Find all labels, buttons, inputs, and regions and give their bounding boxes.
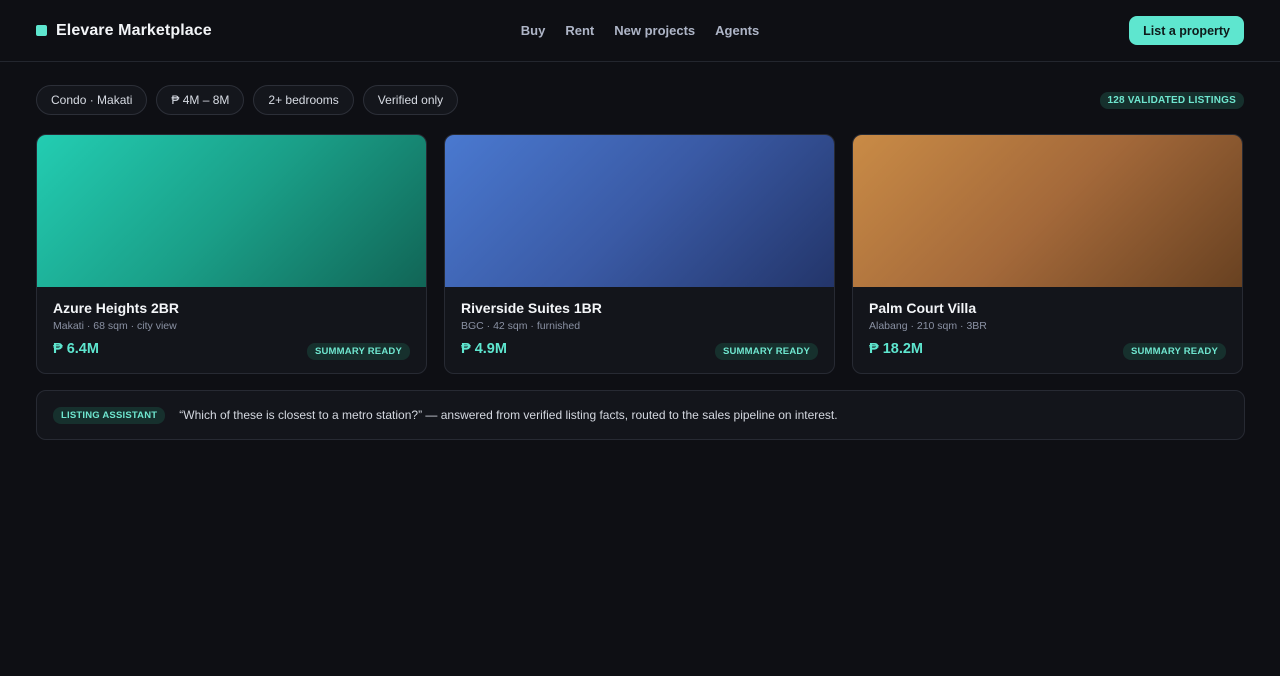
nav-agents-link[interactable]: Agents	[715, 23, 759, 38]
nav-rent-link[interactable]: Rent	[565, 23, 594, 38]
listing-title: Palm Court Villa	[869, 300, 977, 316]
listing-price: ₱ 6.4M	[53, 341, 99, 357]
top-bar: Elevare Marketplace Buy Rent New project…	[0, 0, 1280, 62]
listing-price: ₱ 4.9M	[461, 341, 507, 357]
listing-meta: BGC · 42 sqm · furnished	[461, 320, 581, 332]
filter-bar: Condo · Makati ₱ 4M – 8M 2+ bedrooms Ver…	[36, 85, 1244, 115]
filter-chips: Condo · Makati ₱ 4M – 8M 2+ bedrooms Ver…	[36, 85, 459, 115]
listing-meta: Alabang · 210 sqm · 3BR	[869, 320, 987, 332]
filter-chip-price[interactable]: ₱ 4M – 8M	[156, 85, 245, 115]
assistant-message: “Which of these is closest to a metro st…	[179, 408, 838, 422]
assistant-tag: LISTING ASSISTANT	[53, 406, 166, 424]
brand[interactable]: Elevare Marketplace	[36, 22, 212, 40]
brand-name: Elevare Marketplace	[56, 21, 212, 39]
listing-count-badge: 128 VALIDATED LISTINGS	[1099, 91, 1244, 109]
listing-title: Azure Heights 2BR	[53, 300, 180, 316]
listing-body: Palm Court Villa Alabang · 210 sqm · 3BR…	[853, 287, 1242, 373]
listing-card[interactable]: Azure Heights 2BR Makati · 68 sqm · city…	[36, 134, 427, 374]
nav-buy-link[interactable]: Buy	[521, 23, 546, 38]
summary-badge: SUMMARY READY	[306, 343, 410, 360]
listing-image	[853, 135, 1242, 287]
listing-image	[445, 135, 834, 287]
listing-body: Riverside Suites 1BR BGC · 42 sqm · furn…	[445, 287, 834, 373]
nav-new-projects-link[interactable]: New projects	[614, 23, 695, 38]
listing-meta: Makati · 68 sqm · city view	[53, 320, 177, 332]
listing-image	[37, 135, 426, 287]
listing-grid: Azure Heights 2BR Makati · 68 sqm · city…	[36, 134, 1243, 374]
listing-title: Riverside Suites 1BR	[461, 300, 602, 316]
list-property-button[interactable]: List a property	[1129, 16, 1244, 45]
summary-badge: SUMMARY READY	[714, 343, 818, 360]
summary-badge: SUMMARY READY	[1122, 343, 1226, 360]
listing-price: ₱ 18.2M	[869, 341, 923, 357]
listing-card[interactable]: Palm Court Villa Alabang · 210 sqm · 3BR…	[852, 134, 1243, 374]
listing-body: Azure Heights 2BR Makati · 68 sqm · city…	[37, 287, 426, 373]
filter-chip-bedrooms[interactable]: 2+ bedrooms	[253, 85, 354, 115]
listing-assistant-panel: LISTING ASSISTANT “Which of these is clo…	[36, 390, 1245, 440]
filter-chip-location[interactable]: Condo · Makati	[36, 85, 148, 115]
filter-chip-verified[interactable]: Verified only	[362, 85, 459, 115]
listing-card[interactable]: Riverside Suites 1BR BGC · 42 sqm · furn…	[444, 134, 835, 374]
brand-logo-icon	[36, 25, 47, 36]
